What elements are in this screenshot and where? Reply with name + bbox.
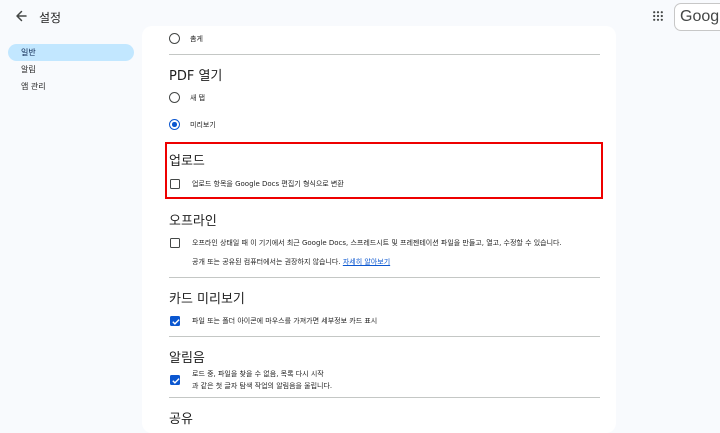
back-arrow-icon[interactable]: [13, 8, 29, 24]
notification-sound-label-line1: 로드 중, 파일을 찾을 수 없음, 목록 다시 시작: [192, 370, 324, 378]
divider: [169, 54, 600, 55]
offline-label: 오프라인 상태일 때 이 기기에서 최근 Google Docs, 스프레드시트…: [192, 239, 562, 247]
density-option-label: 촘게: [190, 35, 203, 43]
density-radio[interactable]: [169, 33, 180, 44]
card-preview-label: 파일 또는 폴더 아이콘에 마우스를 가져가면 세부정보 카드 표시: [192, 317, 378, 325]
offline-note-text: 공개 또는 공유된 컴퓨터에서는 권장하지 않습니다.: [192, 258, 341, 266]
pdf-new-tab-label: 새 탭: [190, 94, 206, 102]
pdf-preview-radio[interactable]: [169, 119, 180, 130]
pdf-preview-label: 미리보기: [190, 121, 216, 129]
settings-panel: 촘게 PDF 열기 새 탭 미리보기 업로드 업로드 항목을 Google Do…: [142, 26, 616, 433]
notification-sound-heading: 알림음: [169, 351, 205, 366]
pdf-new-tab-radio[interactable]: [169, 92, 180, 103]
check-icon: [172, 319, 180, 325]
apps-grid-icon[interactable]: [653, 11, 663, 21]
divider: [169, 277, 600, 278]
highlight-box: [165, 142, 603, 199]
notification-sound-checkbox[interactable]: [170, 375, 180, 385]
learn-more-link[interactable]: 자세히 알아보기: [343, 258, 390, 266]
divider: [169, 336, 600, 337]
check-icon: [172, 378, 180, 384]
page-title: 설정: [39, 11, 62, 25]
card-preview-checkbox[interactable]: [170, 316, 180, 326]
sidebar-item-general[interactable]: 일반: [8, 44, 134, 61]
sharing-heading: 공유: [169, 412, 193, 427]
google-logo: Google: [680, 8, 720, 25]
offline-note: 공개 또는 공유된 컴퓨터에서는 권장하지 않습니다. 자세히 알아보기: [192, 257, 390, 267]
offline-heading: 오프라인: [169, 214, 217, 229]
offline-checkbox[interactable]: [170, 238, 180, 248]
card-preview-heading: 카드 미리보기: [169, 292, 245, 307]
google-account-button[interactable]: Google: [674, 3, 720, 31]
sidebar-item-app-management[interactable]: 앱 관리: [8, 78, 134, 95]
sidebar-item-notifications[interactable]: 알림: [8, 61, 134, 78]
divider: [169, 397, 600, 398]
notification-sound-label-line2: 과 같은 첫 글자 탐색 작업의 알림음을 울립니다.: [192, 382, 333, 390]
pdf-heading: PDF 열기: [169, 69, 223, 84]
sidebar-nav: 일반 알림 앱 관리: [8, 44, 134, 95]
